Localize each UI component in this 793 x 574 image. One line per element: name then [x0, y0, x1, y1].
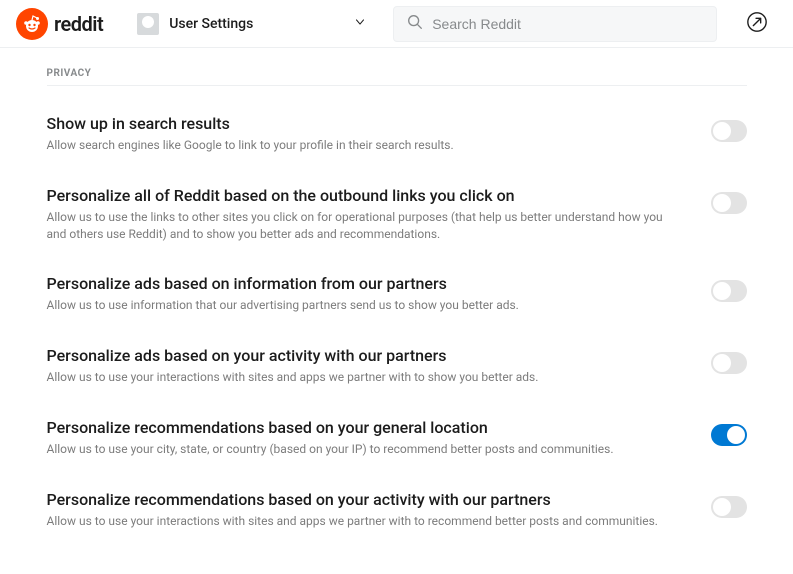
setting-description: Allow us to use the links to other sites…: [47, 209, 671, 243]
nav-dropdown[interactable]: User Settings: [127, 9, 377, 39]
settings-content: PRIVACY Show up in search results Allow s…: [47, 48, 747, 530]
toggle-switch[interactable]: [711, 352, 747, 374]
setting-description: Allow search engines like Google to link…: [47, 137, 671, 154]
logo[interactable]: reddit: [16, 8, 103, 40]
logo-text: reddit: [54, 12, 103, 36]
search-input[interactable]: [432, 16, 704, 32]
setting-title: Personalize ads based on your activity w…: [47, 346, 671, 365]
toggle-knob: [713, 354, 731, 372]
setting-description: Allow us to use your interactions with s…: [47, 369, 671, 386]
chevron-down-icon: [353, 14, 367, 33]
setting-title: Personalize recommendations based on you…: [47, 490, 671, 509]
setting-description: Allow us to use information that our adv…: [47, 297, 671, 314]
setting-text: Personalize ads based on information fro…: [47, 274, 671, 314]
trending-button[interactable]: [741, 8, 773, 40]
toggle-knob: [713, 194, 731, 212]
setting-row: Personalize recommendations based on you…: [47, 490, 747, 530]
reddit-logo-icon: [16, 8, 48, 40]
toggle-switch[interactable]: [711, 424, 747, 446]
setting-row: Show up in search results Allow search en…: [47, 114, 747, 154]
setting-text: Personalize recommendations based on you…: [47, 490, 671, 530]
setting-row: Personalize all of Reddit based on the o…: [47, 186, 747, 243]
setting-title: Personalize all of Reddit based on the o…: [47, 186, 671, 205]
setting-row: Personalize ads based on information fro…: [47, 274, 747, 314]
toggle-switch[interactable]: [711, 280, 747, 302]
toggle-switch[interactable]: [711, 192, 747, 214]
arrow-up-right-circle-icon: [746, 11, 768, 37]
toggle-switch[interactable]: [711, 120, 747, 142]
app-header: reddit User Settings: [0, 0, 793, 48]
setting-text: Personalize recommendations based on you…: [47, 418, 671, 458]
setting-text: Personalize all of Reddit based on the o…: [47, 186, 671, 243]
toggle-switch[interactable]: [711, 496, 747, 518]
setting-title: Show up in search results: [47, 114, 671, 133]
toggle-knob: [713, 122, 731, 140]
search-icon: [406, 13, 424, 35]
setting-title: Personalize recommendations based on you…: [47, 418, 671, 437]
nav-dropdown-label: User Settings: [169, 16, 343, 32]
setting-row: Personalize ads based on your activity w…: [47, 346, 747, 386]
search-box[interactable]: [393, 6, 717, 42]
user-avatar-icon: [137, 13, 159, 35]
toggle-knob: [727, 426, 745, 444]
toggle-knob: [713, 498, 731, 516]
setting-description: Allow us to use your city, state, or cou…: [47, 441, 671, 458]
setting-text: Show up in search results Allow search en…: [47, 114, 671, 154]
setting-title: Personalize ads based on information fro…: [47, 274, 671, 293]
section-heading-privacy: PRIVACY: [47, 68, 747, 86]
toggle-knob: [713, 282, 731, 300]
setting-description: Allow us to use your interactions with s…: [47, 513, 671, 530]
setting-text: Personalize ads based on your activity w…: [47, 346, 671, 386]
setting-row: Personalize recommendations based on you…: [47, 418, 747, 458]
